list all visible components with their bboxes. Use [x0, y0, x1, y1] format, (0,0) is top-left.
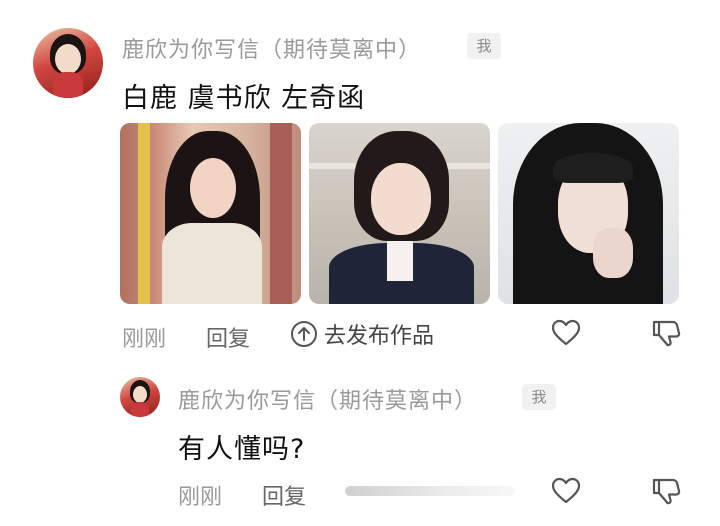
- publish-work-button[interactable]: 去发布作品: [290, 318, 434, 350]
- reply-timestamp: 刚刚: [178, 485, 223, 510]
- reply-author-badge: 我: [522, 384, 556, 410]
- thumbs-down-icon[interactable]: [651, 318, 681, 348]
- reply-heart-icon[interactable]: [551, 477, 581, 505]
- comment-photo-1[interactable]: [120, 123, 301, 304]
- comment-username[interactable]: 鹿欣为你写信（期待莫离中）: [122, 32, 421, 64]
- reply-username[interactable]: 鹿欣为你写信（期待莫离中）: [178, 383, 477, 415]
- author-badge: 我: [467, 33, 501, 59]
- reply-reply-button[interactable]: 回复: [262, 479, 306, 511]
- reply-thumbs-down-icon[interactable]: [651, 476, 681, 506]
- comment-photo-2[interactable]: [309, 123, 490, 304]
- comment-text: 白鹿 虞书欣 左奇函: [122, 83, 366, 114]
- reply-user-avatar[interactable]: [120, 377, 160, 417]
- reply-button[interactable]: 回复: [206, 321, 250, 353]
- reply-text: 有人懂吗?: [178, 434, 306, 465]
- user-avatar[interactable]: [33, 28, 103, 98]
- comment-photo-3[interactable]: [498, 123, 679, 304]
- arrow-up-circle-icon: [290, 320, 318, 348]
- publish-work-label: 去发布作品: [324, 324, 435, 349]
- loading-placeholder-bar: [345, 486, 515, 496]
- comment-timestamp: 刚刚: [122, 327, 167, 352]
- heart-icon[interactable]: [551, 319, 581, 347]
